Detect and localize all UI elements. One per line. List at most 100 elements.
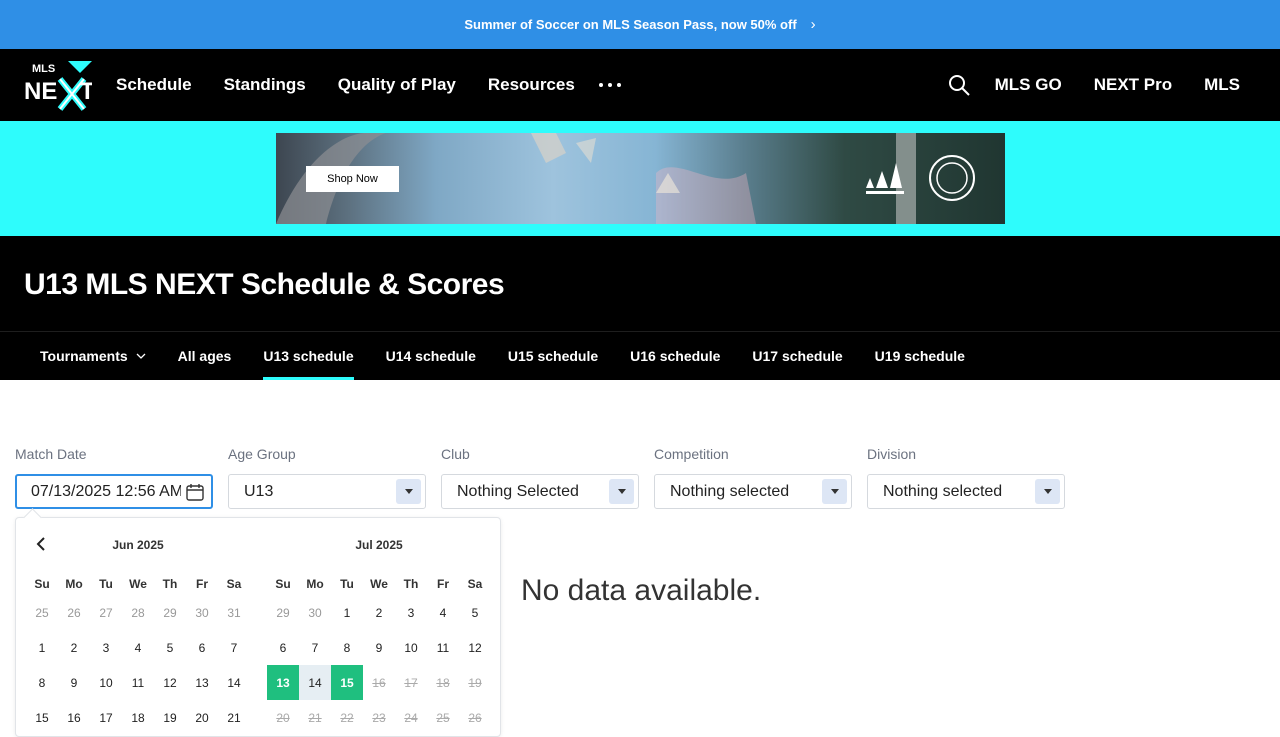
weekday-header: We: [129, 576, 147, 591]
match-date-value[interactable]: 07/13/2025 12:56 AM: [31, 483, 181, 501]
calendar-day[interactable]: 10: [395, 630, 427, 665]
nav-mls-go[interactable]: MLS GO: [995, 75, 1062, 95]
tab-u19-schedule[interactable]: U19 schedule: [875, 332, 965, 380]
calendar-day[interactable]: 12: [154, 665, 186, 700]
caret-down-icon[interactable]: [1035, 479, 1060, 504]
calendar-day[interactable]: 13: [267, 665, 299, 700]
tab-u17-schedule[interactable]: U17 schedule: [752, 332, 842, 380]
calendar-day: 18: [436, 675, 450, 690]
calendar-day[interactable]: 11: [427, 630, 459, 665]
nav-next-pro[interactable]: NEXT Pro: [1094, 75, 1172, 95]
nav-schedule[interactable]: Schedule: [116, 75, 192, 95]
tab-u14-schedule[interactable]: U14 schedule: [386, 332, 476, 380]
nav-resources[interactable]: Resources: [488, 75, 575, 95]
calendar-day[interactable]: 18: [122, 700, 154, 735]
age-group-select[interactable]: U13: [228, 474, 426, 509]
weekday-header: Sa: [467, 576, 483, 591]
ad-banner-area: Shop Now: [0, 121, 1280, 236]
calendar-day[interactable]: 4: [427, 595, 459, 630]
calendar-day: 24: [404, 710, 418, 725]
calendar-day[interactable]: 1: [26, 630, 58, 665]
club-select[interactable]: Nothing Selected: [441, 474, 639, 509]
match-date-label: Match Date: [15, 446, 87, 462]
calendar-day[interactable]: 9: [58, 665, 90, 700]
calendar-day[interactable]: 5: [154, 630, 186, 665]
weekday-header: Tu: [99, 576, 113, 591]
calendar-day[interactable]: 7: [299, 630, 331, 665]
nav-standings[interactable]: Standings: [224, 75, 306, 95]
calendar-day[interactable]: 31: [218, 595, 250, 630]
calendar-day[interactable]: 21: [218, 700, 250, 735]
calendar-day[interactable]: 19: [154, 700, 186, 735]
calendar-day[interactable]: 26: [58, 595, 90, 630]
caret-down-icon[interactable]: [396, 479, 421, 504]
search-icon[interactable]: [947, 73, 971, 97]
ad-banner[interactable]: Shop Now: [276, 133, 1005, 224]
calendar-day[interactable]: 15: [26, 700, 58, 735]
calendar-day[interactable]: 4: [122, 630, 154, 665]
calendar-day[interactable]: 25: [26, 595, 58, 630]
calendar-day[interactable]: 15: [331, 665, 363, 700]
nav-mls[interactable]: MLS: [1204, 75, 1240, 95]
competition-select[interactable]: Nothing selected: [654, 474, 852, 509]
mls-next-logo[interactable]: MLS NE T: [24, 59, 92, 111]
more-icon[interactable]: [598, 83, 621, 87]
shop-now-button[interactable]: Shop Now: [306, 166, 399, 192]
calendar-day[interactable]: 10: [90, 665, 122, 700]
calendar-day[interactable]: 3: [90, 630, 122, 665]
weekday-header: Tu: [340, 576, 354, 591]
calendar-day[interactable]: 2: [363, 595, 395, 630]
calendar-day[interactable]: 20: [186, 700, 218, 735]
tab-tournaments[interactable]: Tournaments: [40, 332, 146, 380]
calendar-day[interactable]: 5: [459, 595, 491, 630]
chevron-down-icon: [136, 353, 146, 359]
calendar-day[interactable]: 12: [459, 630, 491, 665]
tab-u16-schedule[interactable]: U16 schedule: [630, 332, 720, 380]
calendar-day: 21: [308, 710, 322, 725]
weekday-header: Sa: [226, 576, 242, 591]
caret-down-icon[interactable]: [609, 479, 634, 504]
calendar-day[interactable]: 29: [154, 595, 186, 630]
calendar-day[interactable]: 30: [186, 595, 218, 630]
calendar-day[interactable]: 14: [299, 665, 331, 700]
calendar-day[interactable]: 6: [267, 630, 299, 665]
calendar-day: 23: [372, 710, 386, 725]
weekday-header: Su: [34, 576, 50, 591]
club-filter: Club Nothing Selected: [441, 446, 639, 509]
club-label: Club: [441, 446, 470, 462]
calendar-day[interactable]: 16: [58, 700, 90, 735]
calendar-icon[interactable]: [185, 482, 205, 502]
age-group-filter: Age Group U13: [228, 446, 426, 509]
promo-banner[interactable]: Summer of Soccer on MLS Season Pass, now…: [0, 0, 1280, 49]
calendar-day[interactable]: 2: [58, 630, 90, 665]
calendar-day[interactable]: 6: [186, 630, 218, 665]
calendar-day[interactable]: 29: [267, 595, 299, 630]
calendar-day[interactable]: 28: [122, 595, 154, 630]
calendar-day[interactable]: 1: [331, 595, 363, 630]
weekday-header: Fr: [437, 576, 449, 591]
calendar-month-july: Jul 2025 Su Mo Tu We Th Fr Sa 29 30 1 2 3 4 5 6 7 8 9 10 11…: [267, 518, 491, 735]
calendar-day[interactable]: 13: [186, 665, 218, 700]
calendar-month-june: Jun 2025 Su Mo Tu We Th Fr Sa 25 26 27 28 29 30 31 1 2 3…: [26, 518, 250, 735]
calendar-day[interactable]: 30: [299, 595, 331, 630]
promo-text[interactable]: Summer of Soccer on MLS Season Pass, now…: [464, 17, 796, 32]
tab-u13-schedule[interactable]: U13 schedule: [263, 332, 354, 380]
calendar-day[interactable]: 14: [218, 665, 250, 700]
calendar-day[interactable]: 11: [122, 665, 154, 700]
division-select[interactable]: Nothing selected: [867, 474, 1065, 509]
match-date-input[interactable]: 07/13/2025 12:56 AM: [15, 474, 213, 509]
division-value: Nothing selected: [883, 482, 1003, 500]
calendar-day[interactable]: 9: [363, 630, 395, 665]
weekday-header: Mo: [306, 576, 324, 591]
tab-u15-schedule[interactable]: U15 schedule: [508, 332, 598, 380]
calendar-day[interactable]: 17: [90, 700, 122, 735]
calendar-day[interactable]: 8: [331, 630, 363, 665]
calendar-day[interactable]: 7: [218, 630, 250, 665]
caret-down-icon[interactable]: [822, 479, 847, 504]
calendar-day[interactable]: 8: [26, 665, 58, 700]
competition-filter: Competition Nothing selected: [654, 446, 852, 509]
tab-all-ages[interactable]: All ages: [178, 332, 232, 380]
calendar-day[interactable]: 3: [395, 595, 427, 630]
nav-quality-of-play[interactable]: Quality of Play: [338, 75, 456, 95]
calendar-day[interactable]: 27: [90, 595, 122, 630]
